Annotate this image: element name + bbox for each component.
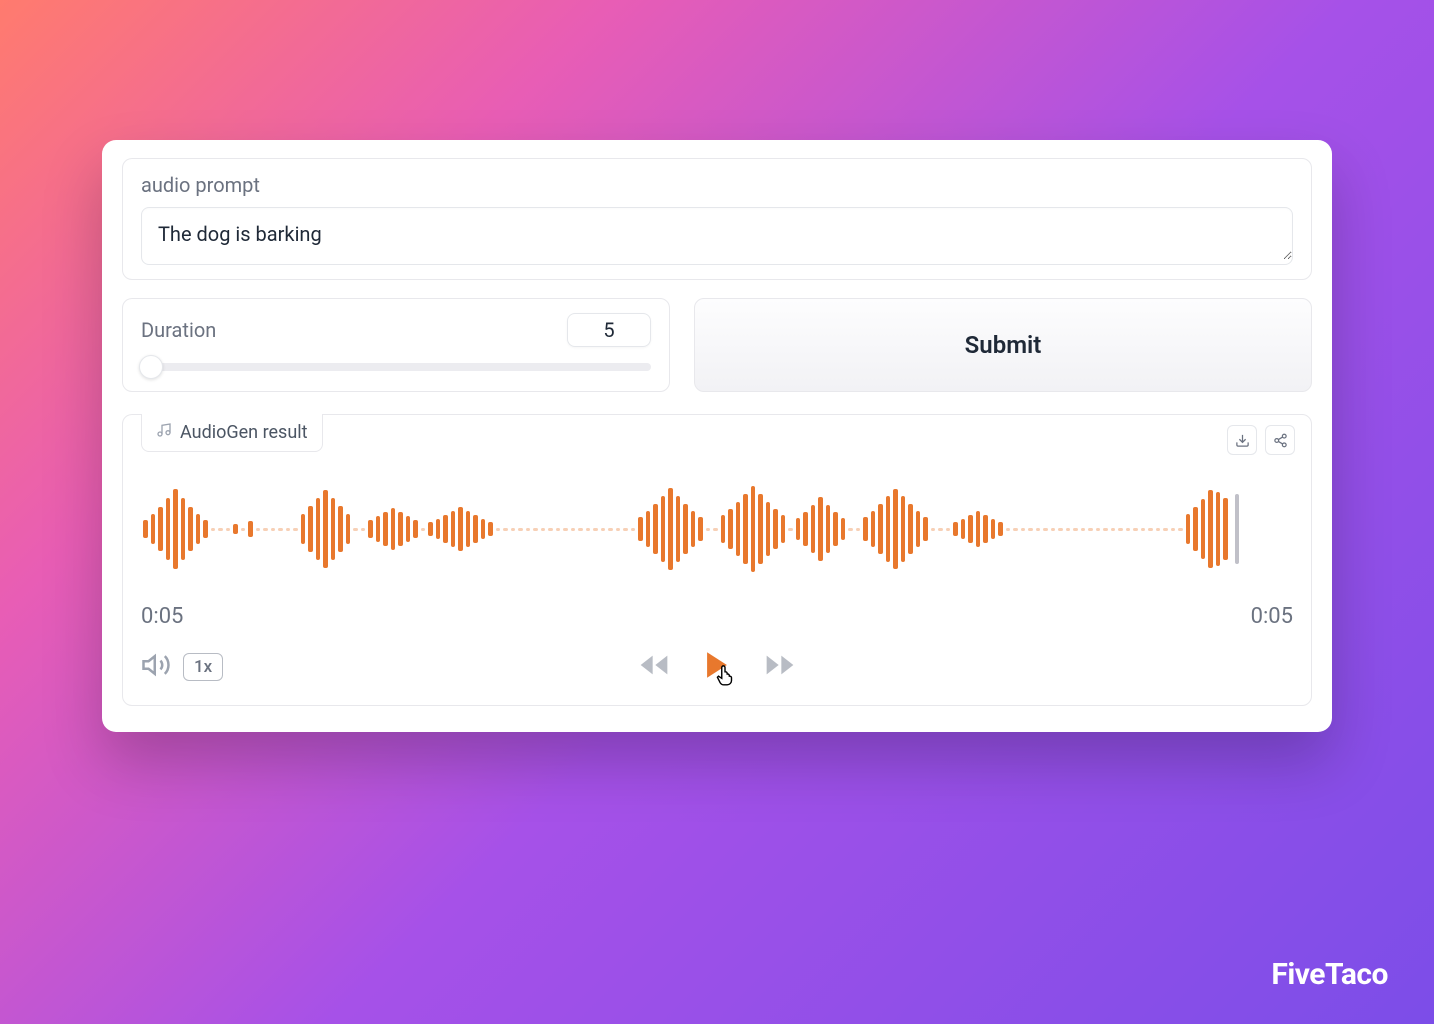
- brand-watermark: FiveTaco: [1271, 957, 1388, 992]
- submit-button[interactable]: Submit: [694, 298, 1312, 392]
- result-title: AudioGen result: [180, 422, 308, 443]
- rewind-icon: [636, 649, 672, 681]
- share-button[interactable]: [1265, 425, 1295, 455]
- duration-header: Duration 5: [141, 313, 651, 347]
- duration-submit-row: Duration 5 Submit: [122, 298, 1312, 392]
- result-section: AudioGen result 0:05 0:05 1x: [122, 414, 1312, 706]
- music-note-icon: [156, 422, 172, 443]
- total-time: 0:05: [1251, 604, 1293, 629]
- playback-speed-button[interactable]: 1x: [183, 653, 223, 681]
- waveform[interactable]: [141, 474, 1293, 584]
- play-button[interactable]: [700, 647, 734, 687]
- fast-forward-icon: [762, 649, 798, 681]
- fast-forward-button[interactable]: [762, 649, 798, 685]
- left-audio-controls: 1x: [141, 650, 223, 684]
- download-button[interactable]: [1227, 425, 1257, 455]
- prompt-field-wrap: [141, 207, 1293, 265]
- share-icon: [1273, 433, 1288, 448]
- duration-value[interactable]: 5: [567, 313, 651, 347]
- prompt-label: audio prompt: [141, 173, 1293, 197]
- duration-section: Duration 5: [122, 298, 670, 392]
- play-icon: [700, 647, 734, 683]
- duration-label: Duration: [141, 318, 216, 342]
- prompt-section: audio prompt: [122, 158, 1312, 280]
- submit-label: Submit: [965, 331, 1042, 359]
- playback-center-controls: [636, 647, 798, 687]
- duration-slider[interactable]: [141, 363, 651, 371]
- volume-icon[interactable]: [141, 650, 171, 684]
- result-tab: AudioGen result: [141, 414, 323, 452]
- rewind-button[interactable]: [636, 649, 672, 685]
- app-card: audio prompt Duration 5 Submit AudioGen …: [102, 140, 1332, 732]
- current-time: 0:05: [141, 604, 183, 629]
- prompt-textarea[interactable]: [142, 208, 1292, 260]
- download-icon: [1235, 433, 1250, 448]
- time-row: 0:05 0:05: [141, 604, 1293, 629]
- duration-slider-thumb[interactable]: [139, 355, 163, 379]
- playback-controls-row: 1x: [141, 647, 1293, 687]
- result-actions: [1227, 425, 1295, 455]
